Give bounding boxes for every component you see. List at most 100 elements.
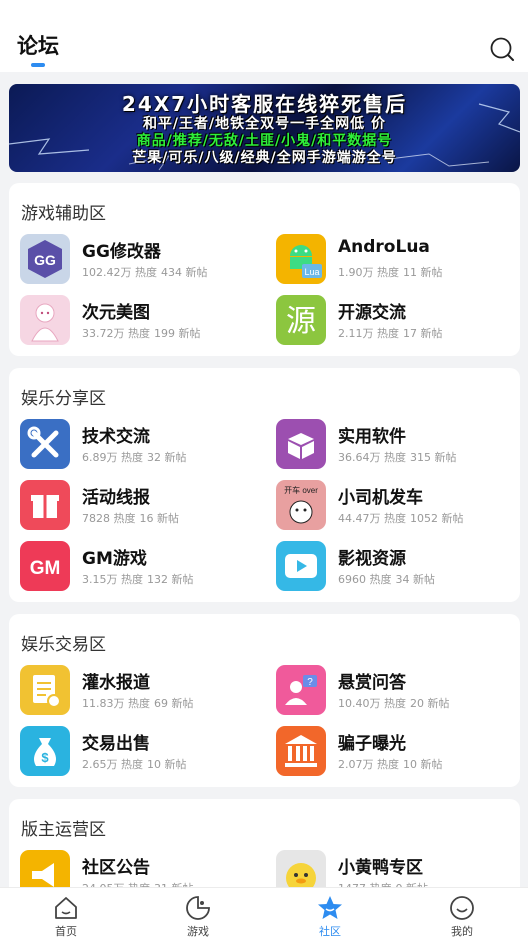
forum-item-open-source[interactable]: 源 开源交流 2.11万 热度 17 新帖 — [276, 295, 526, 349]
forum-name: 影视资源 — [338, 549, 406, 569]
heat-count: 11.83万 热度 — [82, 697, 150, 710]
tab-games[interactable]: 游戏 — [132, 888, 264, 939]
forum-item-anime-pics[interactable]: 次元美图 33.72万 热度 199 新帖 — [20, 295, 270, 349]
heat-count: 44.47万 热度 — [338, 512, 406, 525]
post-count: 315 新帖 — [410, 451, 457, 464]
post-count: 10 新帖 — [147, 758, 187, 771]
post-count: 1052 新帖 — [410, 512, 464, 525]
forum-item-tech[interactable]: 技术交流 6.89万 热度 32 新帖 — [20, 419, 270, 473]
forum-item-trade[interactable]: $ 交易出售 2.65万 热度 10 新帖 — [20, 726, 270, 780]
heat-count: 102.42万 热度 — [82, 266, 157, 279]
post-count: 16 新帖 — [139, 512, 180, 525]
forum-item-scammer[interactable]: 骗子曝光 2.07万 热度 10 新帖 — [276, 726, 526, 780]
home-icon — [55, 897, 77, 919]
forum-stats: 3.15万 热度 132 新帖 — [82, 571, 198, 587]
post-count: 132 新帖 — [147, 573, 194, 586]
play-icon — [276, 541, 326, 591]
source-icon: 源 — [276, 295, 326, 345]
section-title: 游戏辅助区 — [21, 204, 106, 224]
title-underline — [31, 63, 45, 67]
forum-name: 技术交流 — [82, 427, 150, 447]
forum-name: 灌水报道 — [82, 673, 150, 693]
heat-count: 6.89万 热度 — [82, 451, 143, 464]
post-count: 20 新帖 — [410, 697, 450, 710]
section-title: 娱乐交易区 — [21, 635, 106, 655]
tab-label: 首页 — [55, 925, 77, 938]
forum-name: 实用软件 — [338, 427, 406, 447]
anime-girl-icon — [20, 295, 70, 345]
svg-text:GM: GM — [30, 558, 61, 579]
heat-count: 33.72万 热度 — [82, 327, 150, 340]
forum-stats: 2.65万 热度 10 新帖 — [82, 756, 191, 772]
post-count: 199 新帖 — [154, 327, 201, 340]
tab-label: 我的 — [451, 925, 473, 938]
forum-item-video[interactable]: 影视资源 6960 热度 34 新帖 — [276, 541, 526, 595]
forum-stats: 36.64万 热度 315 新帖 — [338, 449, 461, 465]
heat-count: 36.64万 热度 — [338, 451, 406, 464]
tab-home[interactable]: 首页 — [0, 888, 132, 939]
section-title: 娱乐分享区 — [21, 389, 106, 409]
forum-item-bounty[interactable]: ? 悬赏问答 10.40万 热度 20 新帖 — [276, 665, 526, 719]
post-count: 69 新帖 — [154, 697, 194, 710]
heat-count: 1.90万 热度 — [338, 266, 399, 279]
svg-text:?: ? — [307, 677, 313, 688]
heat-count: 6960 热度 — [338, 573, 392, 586]
tab-label: 社区 — [319, 925, 341, 938]
forum-stats: 6960 热度 34 新帖 — [338, 571, 439, 587]
forum-name: 活动线报 — [82, 488, 150, 508]
box-icon — [276, 419, 326, 469]
forum-name: GG修改器 — [82, 242, 161, 262]
forum-stats: 44.47万 热度 1052 新帖 — [338, 510, 468, 526]
heat-count: 3.15万 热度 — [82, 573, 143, 586]
post-count: 34 新帖 — [395, 573, 436, 586]
section-entertainment-trade: 娱乐交易区 灌水报道 11.83万 热度 69 新帖 ? 悬赏问答 10.40万 … — [9, 614, 520, 787]
forum-name: 次元美图 — [82, 303, 150, 323]
forum-name: GM游戏 — [82, 549, 147, 569]
gg-modifier-icon: GG — [20, 234, 70, 284]
forum-item-gg[interactable]: GG GG修改器 102.42万 热度 434 新帖 — [20, 234, 270, 288]
profile-smile-icon — [450, 896, 474, 920]
forum-item-driver[interactable]: 开车 over 小司机发车 44.47万 热度 1052 新帖 — [276, 480, 526, 534]
post-count: 32 新帖 — [147, 451, 187, 464]
forum-stats: 7828 热度 16 新帖 — [82, 510, 183, 526]
forum-stats: 2.07万 热度 10 新帖 — [338, 756, 447, 772]
forum-stats: 6.89万 热度 32 新帖 — [82, 449, 191, 465]
post-count: 434 新帖 — [161, 266, 208, 279]
forum-name: 社区公告 — [82, 858, 150, 878]
tab-label: 游戏 — [187, 925, 209, 938]
tab-profile[interactable]: 我的 — [396, 888, 528, 939]
forum-name: 交易出售 — [82, 734, 150, 754]
heat-count: 7828 热度 — [82, 512, 136, 525]
bank-icon — [276, 726, 326, 776]
tab-community[interactable]: 社区 — [264, 888, 396, 939]
forum-name: AndroLua — [338, 237, 430, 257]
forum-item-water[interactable]: 灌水报道 11.83万 热度 69 新帖 — [20, 665, 270, 719]
post-count: 10 新帖 — [403, 758, 443, 771]
game-icon — [186, 896, 210, 920]
forum-item-events[interactable]: 活动线报 7828 热度 16 新帖 — [20, 480, 270, 534]
forum-item-androlua[interactable]: Lua AndroLua 1.90万 热度 11 新帖 — [276, 234, 526, 288]
forum-stats: 2.11万 热度 17 新帖 — [338, 325, 447, 341]
money-bag-icon: $ — [20, 726, 70, 776]
svg-text:$: $ — [41, 750, 49, 765]
search-icon[interactable] — [489, 36, 515, 62]
forum-stats: 102.42万 热度 434 新帖 — [82, 264, 212, 280]
banner-line-4: 芒果/可乐/八级/经典/全网手游端游全号 — [132, 150, 397, 166]
bottom-tab-bar: 首页 游戏 社区 我的 — [0, 887, 528, 939]
ad-banner[interactable]: 24X7小时客服在线猝死售后 和平/王者/地铁全双号一手全网低 价 商品/推荐/… — [9, 84, 520, 172]
post-count: 11 新帖 — [403, 266, 443, 279]
heat-count: 2.11万 热度 — [338, 327, 399, 340]
community-star-icon — [318, 896, 342, 919]
svg-text:Lua: Lua — [304, 267, 319, 277]
forum-stats: 1.90万 热度 11 新帖 — [338, 264, 447, 280]
top-header: 论坛 — [0, 0, 528, 72]
heat-count: 2.07万 热度 — [338, 758, 399, 771]
forum-item-gm-games[interactable]: GM GM游戏 3.15万 热度 132 新帖 — [20, 541, 270, 595]
forum-item-software[interactable]: 实用软件 36.64万 热度 315 新帖 — [276, 419, 526, 473]
forum-name: 骗子曝光 — [338, 734, 406, 754]
question-user-icon: ? — [276, 665, 326, 715]
svg-text:源: 源 — [286, 304, 316, 339]
gift-icon — [20, 480, 70, 530]
gm-icon: GM — [20, 541, 70, 591]
section-game-assist: 游戏辅助区 GG GG修改器 102.42万 热度 434 新帖 Lua Andr… — [9, 183, 520, 356]
